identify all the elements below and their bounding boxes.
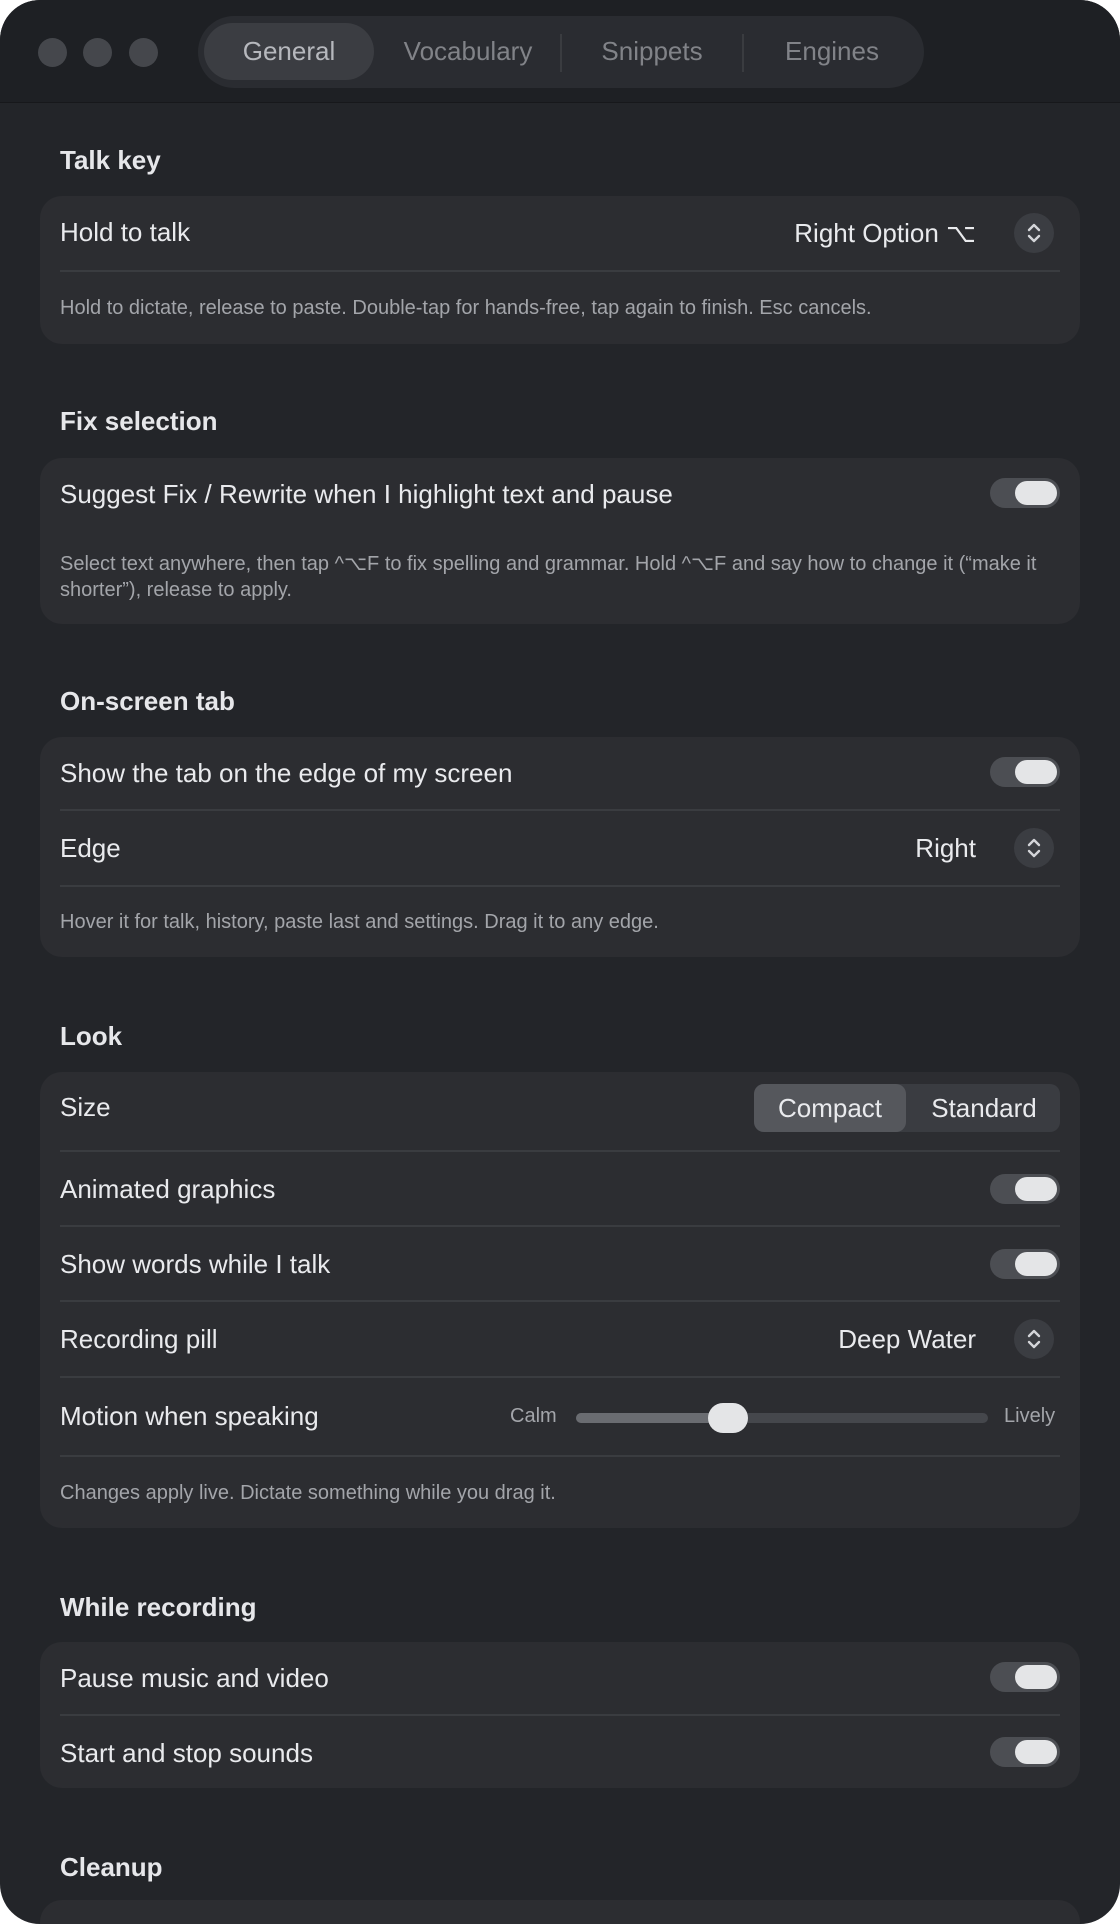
chevron-up-down-icon [1027,223,1041,243]
tab-engines[interactable]: Engines [746,23,918,80]
toggle-knob [1015,481,1057,505]
pause-music-label: Pause music and video [60,1663,329,1693]
toggle-knob [1015,1177,1057,1201]
divider [60,1376,1060,1378]
divider [60,1225,1060,1227]
recording-pill-value[interactable]: Deep Water [838,1324,976,1355]
section-title-cleanup: Cleanup [60,1852,163,1882]
divider [60,1300,1060,1302]
suggest-fix-toggle[interactable] [990,478,1060,508]
tab-separator [742,34,744,72]
hold-to-talk-label: Hold to talk [60,217,191,247]
edge-value[interactable]: Right [915,833,976,864]
fix-selection-description: Select text anywhere, then tap ^⌥F to fi… [60,553,1037,601]
tab-vocabulary[interactable]: Vocabulary [378,23,558,80]
divider [60,270,1060,272]
tab-separator [560,34,562,72]
on-screen-tab-description: Hover it for talk, history, paste last a… [60,911,659,933]
divider [60,1455,1060,1457]
animated-graphics-toggle[interactable] [990,1174,1060,1204]
motion-label: Motion when speaking [60,1401,319,1431]
section-title-while-recording: While recording [60,1592,257,1622]
show-words-toggle[interactable] [990,1249,1060,1279]
divider [60,809,1060,811]
animated-graphics-label: Animated graphics [60,1174,276,1204]
suggest-fix-label: Suggest Fix / Rewrite when I highlight t… [60,479,673,509]
settings-window: General Vocabulary Snippets Engines Talk… [0,0,1120,1924]
recording-pill-stepper[interactable] [1014,1319,1054,1359]
divider [60,885,1060,887]
show-words-label: Show words while I talk [60,1249,331,1279]
edge-stepper[interactable] [1014,828,1054,868]
toggle-knob [1015,1740,1057,1764]
show-tab-toggle[interactable] [990,757,1060,787]
fix-selection-card: Suggest Fix / Rewrite when I highlight t… [40,458,1080,624]
chevron-up-down-icon [1027,838,1041,858]
motion-slider-track[interactable] [576,1413,988,1423]
while-recording-card: Pause music and video Start and stop sou… [40,1642,1080,1788]
section-title-look: Look [60,1021,123,1051]
divider [60,1714,1060,1716]
pause-music-toggle[interactable] [990,1662,1060,1692]
divider [60,1150,1060,1152]
cleanup-card [40,1900,1080,1924]
look-card: Size Compact Standard Animated graphics … [40,1072,1080,1528]
size-label: Size [60,1092,111,1122]
toggle-knob [1015,760,1057,784]
section-title-talk-key: Talk key [60,145,161,175]
close-window-button[interactable] [38,38,67,67]
section-title-on-screen-tab: On-screen tab [60,686,235,716]
tab-bar: General Vocabulary Snippets Engines [198,16,924,88]
hold-to-talk-stepper[interactable] [1014,213,1054,253]
title-bar: General Vocabulary Snippets Engines [0,0,1120,103]
motion-min-label: Calm [510,1405,557,1427]
toggle-knob [1015,1665,1057,1689]
zoom-window-button[interactable] [129,38,158,67]
hold-to-talk-value[interactable]: Right Option ⌥ [794,218,976,249]
toggle-knob [1015,1252,1057,1276]
motion-slider-fill [576,1413,729,1423]
chevron-up-down-icon [1027,1329,1041,1349]
recording-pill-label: Recording pill [60,1324,218,1354]
size-segmented-control: Compact Standard [754,1084,1060,1132]
talk-key-description: Hold to dictate, release to paste. Doubl… [60,297,872,319]
start-stop-sounds-toggle[interactable] [990,1737,1060,1767]
size-option-compact[interactable]: Compact [754,1084,906,1132]
size-option-standard[interactable]: Standard [908,1084,1060,1132]
edge-label: Edge [60,833,121,863]
talk-key-card: Hold to talk Right Option ⌥ Hold to dict… [40,196,1080,344]
look-description: Changes apply live. Dictate something wh… [60,1482,556,1504]
minimize-window-button[interactable] [83,38,112,67]
motion-max-label: Lively [1004,1405,1056,1427]
tab-snippets[interactable]: Snippets [564,23,740,80]
section-title-fix-selection: Fix selection [60,406,218,436]
show-tab-label: Show the tab on the edge of my screen [60,758,513,788]
on-screen-tab-card: Show the tab on the edge of my screen Ed… [40,737,1080,957]
tab-general[interactable]: General [204,23,374,80]
motion-slider-thumb[interactable] [708,1403,749,1433]
start-stop-sounds-label: Start and stop sounds [60,1738,313,1768]
